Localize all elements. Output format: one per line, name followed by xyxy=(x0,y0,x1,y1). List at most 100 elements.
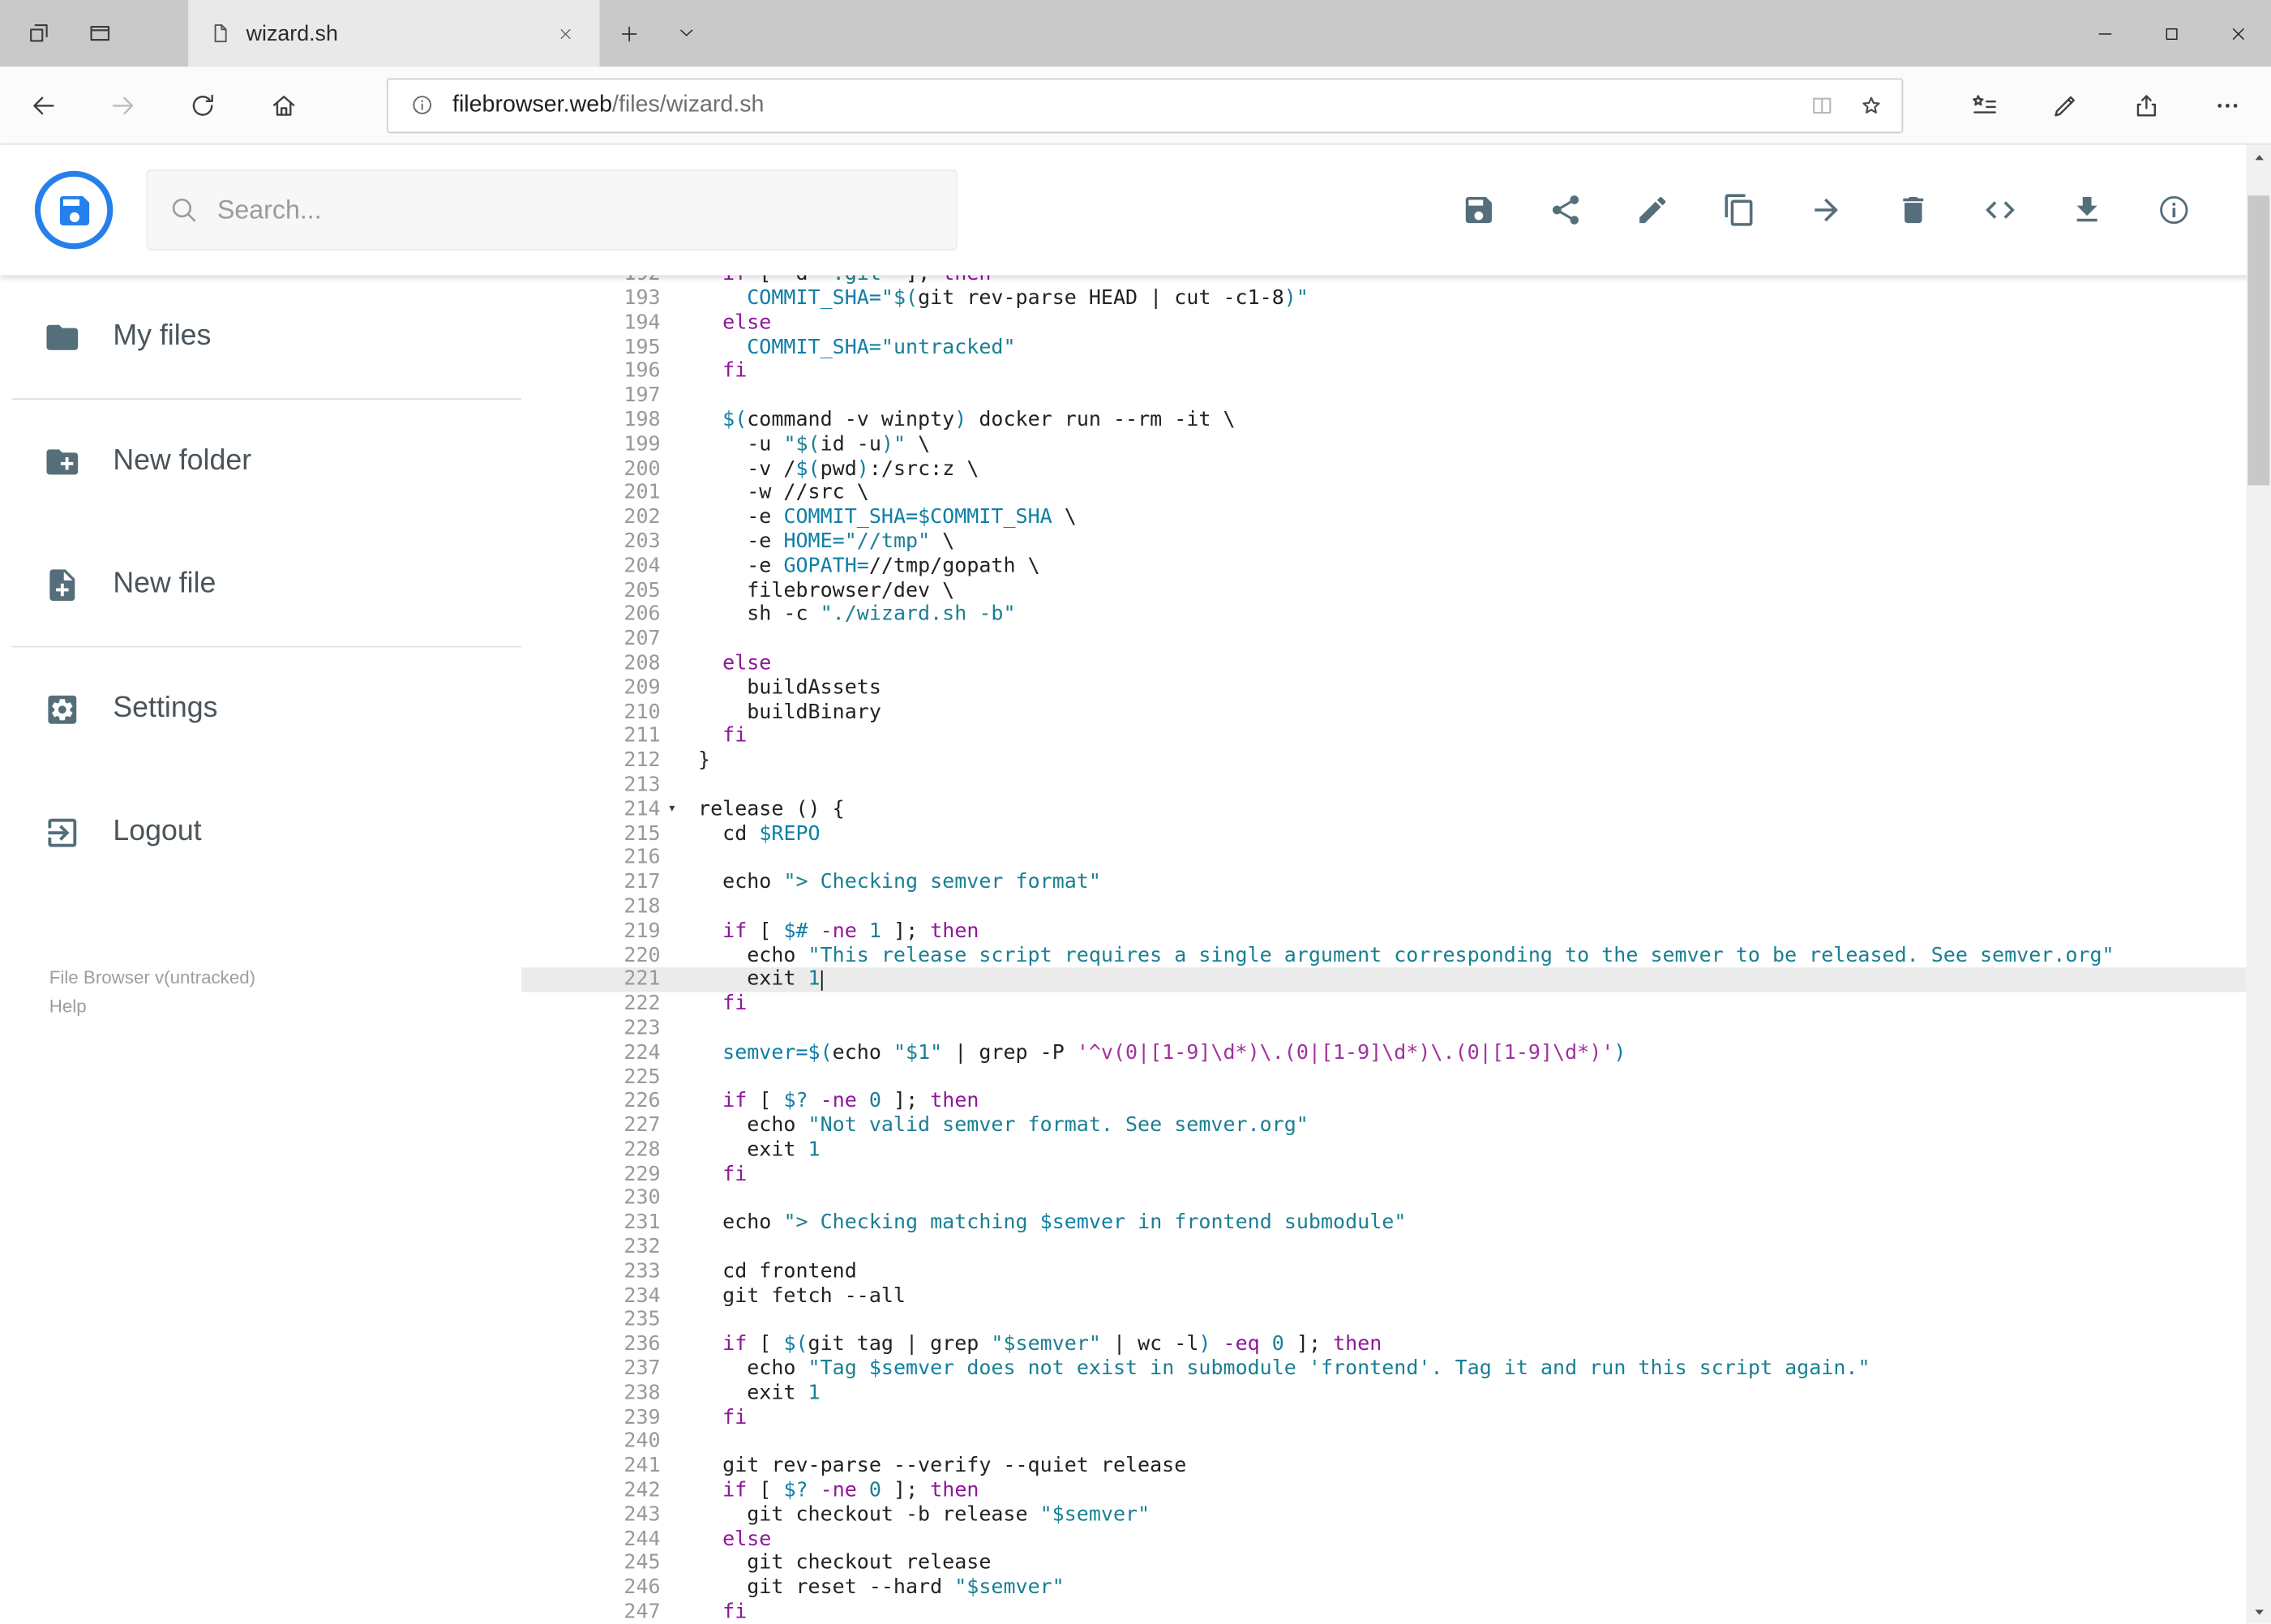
filebrowser-logo[interactable] xyxy=(34,170,114,250)
code-line-203[interactable]: 203 -e HOME="//tmp" \ xyxy=(521,530,2247,555)
new-tab-button[interactable] xyxy=(600,0,658,66)
code-line-198[interactable]: 198 $(command -v winpty) docker run --rm… xyxy=(521,409,2247,433)
scroll-up-button[interactable] xyxy=(2247,145,2271,169)
code-line-214[interactable]: 214 ▾ release () { xyxy=(521,798,2247,822)
home-button[interactable] xyxy=(255,76,311,134)
sidebar-item-new-file[interactable]: New file xyxy=(0,523,521,646)
code-line-210[interactable]: 210 buildBinary xyxy=(521,701,2247,725)
code-line-221[interactable]: 221 exit 1 xyxy=(521,967,2247,992)
code-line-224[interactable]: 224 semver=$(echo "$1" | grep -P '^v(0|[… xyxy=(521,1041,2247,1065)
code-line-225[interactable]: 225 xyxy=(521,1065,2247,1090)
code-line-192[interactable]: 192 if [ -d ".git" ]; then xyxy=(521,275,2247,286)
back-button[interactable] xyxy=(15,76,71,134)
code-line-245[interactable]: 245 git checkout release xyxy=(521,1552,2247,1576)
code-line-230[interactable]: 230 xyxy=(521,1187,2247,1211)
code-line-215[interactable]: 215 cd $REPO xyxy=(521,822,2247,846)
code-line-195[interactable]: 195 COMMIT_SHA="untracked" xyxy=(521,336,2247,360)
code-line-194[interactable]: 194 else xyxy=(521,311,2247,336)
editor-button[interactable] xyxy=(1983,193,2018,228)
scrollbar-thumb[interactable] xyxy=(2247,195,2270,486)
code-line-247[interactable]: 247 fi xyxy=(521,1600,2247,1624)
code-line-207[interactable]: 207 xyxy=(521,628,2247,652)
code-line-231[interactable]: 231 echo "> Checking matching $semver in… xyxy=(521,1211,2247,1236)
code-line-246[interactable]: 246 git reset --hard "$semver" xyxy=(521,1576,2247,1600)
code-line-227[interactable]: 227 echo "Not valid semver format. See s… xyxy=(521,1114,2247,1138)
browser-tab-wizard-sh[interactable]: wizard.sh xyxy=(188,0,600,67)
code-line-217[interactable]: 217 echo "> Checking semver format" xyxy=(521,871,2247,895)
code-line-228[interactable]: 228 exit 1 xyxy=(521,1138,2247,1163)
code-editor[interactable]: 192 if [ -d ".git" ]; then193 COMMIT_SHA… xyxy=(521,275,2247,1624)
code-line-219[interactable]: 219 if [ $# -ne 1 ]; then xyxy=(521,919,2247,944)
code-line-205[interactable]: 205 filebrowser/dev \ xyxy=(521,579,2247,603)
code-line-222[interactable]: 222 fi xyxy=(521,992,2247,1017)
search-box[interactable] xyxy=(146,169,958,251)
site-info-button[interactable] xyxy=(401,84,444,127)
reading-view-button[interactable] xyxy=(1798,80,1847,130)
code-line-223[interactable]: 223 xyxy=(521,1017,2247,1041)
web-note-button[interactable] xyxy=(2037,76,2094,134)
code-line-212[interactable]: 212} xyxy=(521,749,2247,773)
copy-button[interactable] xyxy=(1722,193,1757,228)
sidebar-item-logout[interactable]: Logout xyxy=(0,770,521,893)
code-line-237[interactable]: 237 echo "Tag $semver does not exist in … xyxy=(521,1357,2247,1382)
code-line-233[interactable]: 233 cd frontend xyxy=(521,1260,2247,1284)
code-line-197[interactable]: 197 xyxy=(521,384,2247,409)
code-line-213[interactable]: 213 xyxy=(521,773,2247,798)
tab-preview-button[interactable] xyxy=(70,0,131,66)
search-input[interactable] xyxy=(216,195,936,225)
close-tab-button[interactable] xyxy=(545,13,585,54)
hub-button[interactable] xyxy=(1956,76,2013,134)
address-bar[interactable]: filebrowser.web/files/wizard.sh xyxy=(387,77,1904,133)
code-line-199[interactable]: 199 -u "$(id -u)" \ xyxy=(521,433,2247,457)
move-button[interactable] xyxy=(1809,193,1844,228)
code-line-220[interactable]: 220 echo "This release script requires a… xyxy=(521,944,2247,968)
code-line-238[interactable]: 238 exit 1 xyxy=(521,1382,2247,1406)
code-line-236[interactable]: 236 if [ $(git tag | grep "$semver" | wc… xyxy=(521,1333,2247,1357)
sidebar-item-settings[interactable]: Settings xyxy=(0,647,521,770)
help-link[interactable]: Help xyxy=(49,992,521,1022)
code-line-234[interactable]: 234 git fetch --all xyxy=(521,1284,2247,1309)
code-line-193[interactable]: 193 COMMIT_SHA="$(git rev-parse HEAD | c… xyxy=(521,287,2247,311)
add-favorite-button[interactable] xyxy=(1847,80,1896,130)
forward-button[interactable] xyxy=(95,76,152,134)
url-text[interactable]: filebrowser.web/files/wizard.sh xyxy=(452,92,1798,118)
code-line-218[interactable]: 218 xyxy=(521,895,2247,919)
tab-list-chevron-button[interactable] xyxy=(658,0,715,66)
code-line-211[interactable]: 211 fi xyxy=(521,725,2247,749)
minimize-button[interactable] xyxy=(2071,0,2137,66)
sidebar-item-my-files[interactable]: My files xyxy=(0,275,521,398)
code-line-201[interactable]: 201 -w //src \ xyxy=(521,482,2247,506)
vertical-scrollbar[interactable] xyxy=(2246,144,2271,1624)
code-line-208[interactable]: 208 else xyxy=(521,652,2247,676)
code-line-232[interactable]: 232 xyxy=(521,1236,2247,1260)
code-line-209[interactable]: 209 buildAssets xyxy=(521,676,2247,701)
code-line-202[interactable]: 202 -e COMMIT_SHA=$COMMIT_SHA \ xyxy=(521,506,2247,530)
code-line-226[interactable]: 226 if [ $? -ne 0 ]; then xyxy=(521,1090,2247,1114)
fold-marker-icon[interactable]: ▾ xyxy=(661,798,698,822)
save-button[interactable] xyxy=(1461,193,1496,228)
code-line-216[interactable]: 216 xyxy=(521,846,2247,871)
code-line-244[interactable]: 244 else xyxy=(521,1528,2247,1552)
code-line-204[interactable]: 204 -e GOPATH=//tmp/gopath \ xyxy=(521,555,2247,579)
scroll-down-button[interactable] xyxy=(2247,1599,2271,1623)
sidebar-item-new-folder[interactable]: New folder xyxy=(0,400,521,523)
maximize-button[interactable] xyxy=(2138,0,2205,66)
download-button[interactable] xyxy=(2070,193,2105,228)
code-line-242[interactable]: 242 if [ $? -ne 0 ]; then xyxy=(521,1479,2247,1503)
more-button[interactable] xyxy=(2199,76,2256,134)
code-line-241[interactable]: 241 git rev-parse --verify --quiet relea… xyxy=(521,1455,2247,1479)
code-line-240[interactable]: 240 xyxy=(521,1430,2247,1455)
code-line-243[interactable]: 243 git checkout -b release "$semver" xyxy=(521,1503,2247,1528)
close-window-button[interactable] xyxy=(2205,0,2271,66)
info-button[interactable] xyxy=(2157,193,2192,228)
code-line-200[interactable]: 200 -v /$(pwd):/src:z \ xyxy=(521,457,2247,482)
delete-button[interactable] xyxy=(1896,193,1930,228)
code-line-229[interactable]: 229 fi xyxy=(521,1163,2247,1187)
code-line-196[interactable]: 196 fi xyxy=(521,360,2247,384)
code-line-206[interactable]: 206 sh -c "./wizard.sh -b" xyxy=(521,603,2247,628)
share-button[interactable] xyxy=(1549,193,1583,228)
refresh-button[interactable] xyxy=(175,76,232,134)
set-tabs-aside-button[interactable] xyxy=(9,0,70,66)
rename-button[interactable] xyxy=(1635,193,1670,228)
code-line-239[interactable]: 239 fi xyxy=(521,1406,2247,1430)
